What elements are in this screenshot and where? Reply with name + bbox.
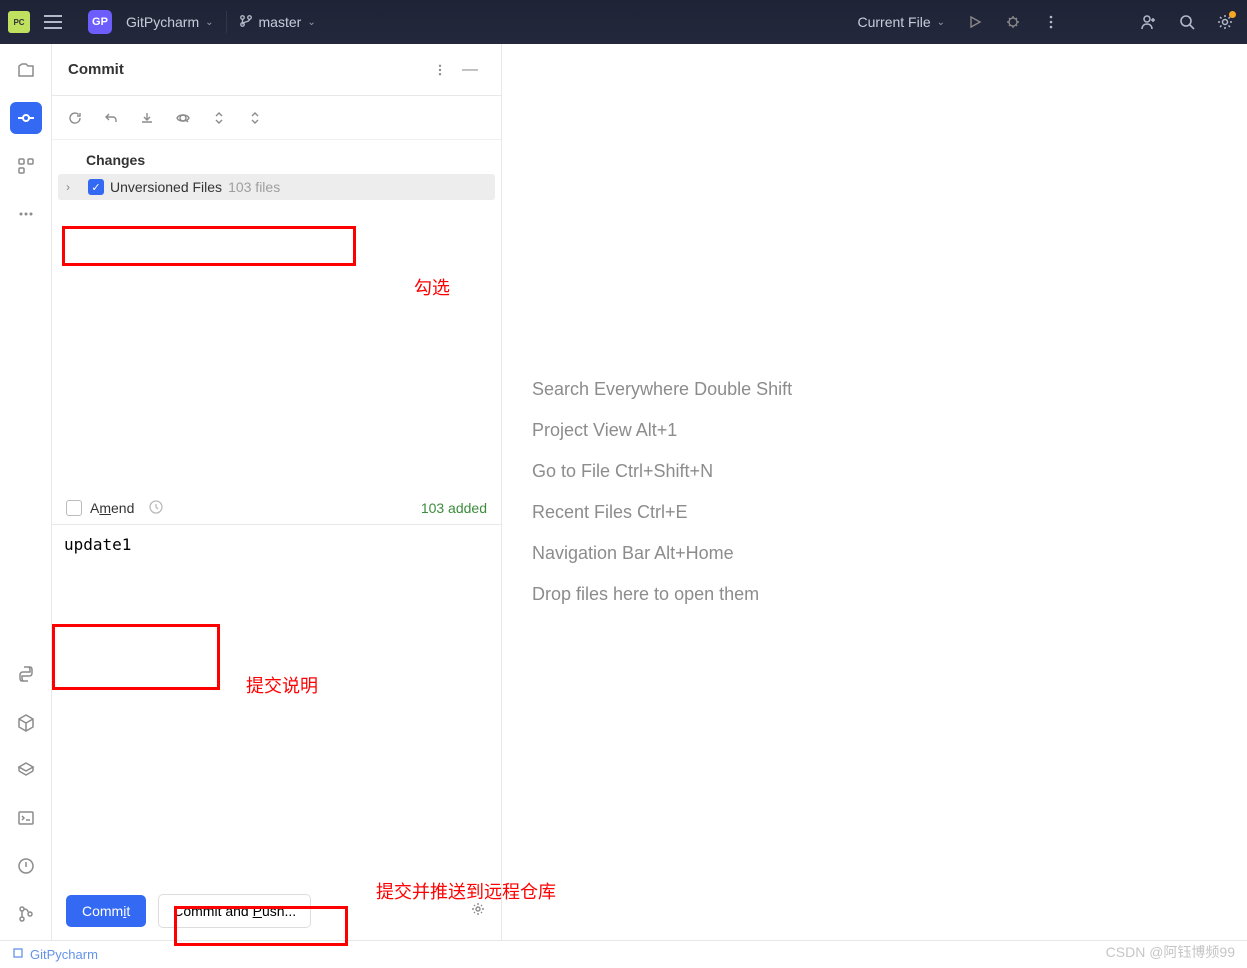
annotation-box xyxy=(52,624,220,690)
main-menu-icon[interactable] xyxy=(44,10,68,34)
left-tool-bar xyxy=(0,44,52,940)
settings-icon[interactable] xyxy=(1211,8,1239,36)
annotation-box xyxy=(62,226,356,266)
annotation-text: 提交说明 xyxy=(246,672,318,698)
status-project-name[interactable]: GitPycharm xyxy=(30,947,98,962)
run-config-selector[interactable]: Current File ⌄ xyxy=(851,14,951,30)
expand-collapse-icon[interactable] xyxy=(206,105,232,131)
services-icon[interactable] xyxy=(10,754,42,786)
refresh-icon[interactable] xyxy=(62,105,88,131)
hint-navbar: Navigation Bar Alt+Home xyxy=(532,543,1247,564)
top-bar: PC GP GitPycharm ⌄ master ⌄ Current File… xyxy=(0,0,1247,44)
minimize-icon[interactable]: — xyxy=(455,55,485,85)
commit-tool-icon[interactable] xyxy=(10,102,42,134)
options-icon[interactable] xyxy=(425,55,455,85)
problems-icon[interactable] xyxy=(10,850,42,882)
pycharm-logo-icon: PC xyxy=(8,11,30,33)
structure-tool-icon[interactable] xyxy=(10,150,42,182)
unversioned-files-row[interactable]: › ✓ Unversioned Files 103 files xyxy=(58,174,495,200)
history-icon[interactable] xyxy=(148,499,164,518)
editor-empty-state: Search Everywhere Double Shift Project V… xyxy=(502,44,1247,940)
added-count: 103 added xyxy=(421,500,487,516)
file-count: 103 files xyxy=(228,179,280,195)
more-tools-icon[interactable] xyxy=(10,198,42,230)
watermark: CSDN @阿钰博频99 xyxy=(1106,942,1235,962)
annotation-text: 提交并推送到远程仓库 xyxy=(376,878,556,904)
more-options-icon[interactable] xyxy=(1037,8,1065,36)
hint-drop: Drop files here to open them xyxy=(532,584,1247,605)
annotation-text: 勾选 xyxy=(414,274,450,300)
hint-search: Search Everywhere Double Shift xyxy=(532,379,1247,400)
group-by-icon[interactable] xyxy=(242,105,268,131)
rollback-icon[interactable] xyxy=(98,105,124,131)
module-icon xyxy=(12,947,24,962)
diff-preview-icon[interactable] xyxy=(170,105,196,131)
branch-name: master xyxy=(259,14,302,30)
hint-project: Project View Alt+1 xyxy=(532,420,1247,441)
debug-icon[interactable] xyxy=(999,8,1027,36)
python-packages-icon[interactable] xyxy=(10,706,42,738)
terminal-icon[interactable] xyxy=(10,802,42,834)
amend-label: Amend xyxy=(90,500,134,516)
annotation-box xyxy=(174,906,348,946)
chevron-right-icon[interactable]: › xyxy=(66,180,82,194)
branch-selector[interactable]: master ⌄ xyxy=(233,14,322,31)
commit-panel-title: Commit xyxy=(68,61,425,78)
project-selector[interactable]: GitPycharm ⌄ xyxy=(120,14,220,30)
run-icon[interactable] xyxy=(961,8,989,36)
python-console-icon[interactable] xyxy=(10,658,42,690)
search-icon[interactable] xyxy=(1173,8,1201,36)
hint-gotofile: Go to File Ctrl+Shift+N xyxy=(532,461,1247,482)
commit-toolbar xyxy=(52,96,501,140)
amend-checkbox[interactable] xyxy=(66,500,82,516)
branch-icon xyxy=(239,14,253,31)
git-tool-icon[interactable] xyxy=(10,898,42,930)
checkbox-checked-icon[interactable]: ✓ xyxy=(88,179,104,195)
shelve-icon[interactable] xyxy=(134,105,160,131)
commit-button[interactable]: Commit xyxy=(66,895,146,927)
chevron-down-icon: ⌄ xyxy=(937,17,945,28)
project-tool-icon[interactable] xyxy=(10,54,42,86)
changes-label: Changes xyxy=(86,152,501,168)
project-name: GitPycharm xyxy=(126,14,199,30)
hint-recent: Recent Files Ctrl+E xyxy=(532,502,1247,523)
commit-panel: Commit — Changes › ✓ Unversioned Files 1… xyxy=(52,44,502,940)
code-with-me-icon[interactable] xyxy=(1135,8,1163,36)
unversioned-label: Unversioned Files xyxy=(110,179,222,195)
project-avatar-icon: GP xyxy=(88,10,112,34)
chevron-down-icon: ⌄ xyxy=(307,17,315,28)
chevron-down-icon: ⌄ xyxy=(205,17,213,28)
run-config-name: Current File xyxy=(857,14,930,30)
commit-message-input[interactable] xyxy=(52,525,222,585)
